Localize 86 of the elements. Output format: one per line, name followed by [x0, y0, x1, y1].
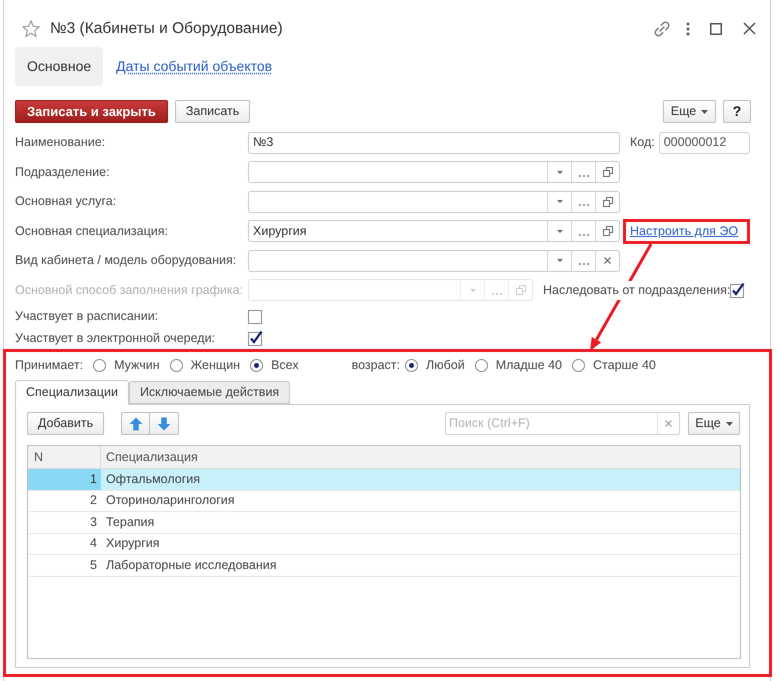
help-button[interactable]: ?: [723, 100, 751, 123]
field-label: Наименование:: [15, 134, 106, 152]
maximize-icon[interactable]: [710, 22, 722, 34]
clear-icon: [604, 257, 611, 264]
window-title: №3 (Кабинеты и Оборудование): [50, 18, 283, 39]
field-label: Основная специализация:: [15, 222, 169, 240]
filter-label: возраст:: [352, 356, 400, 374]
radio-label: Старше 40: [593, 356, 656, 374]
table-cell-text: Хирургия: [105, 535, 161, 552]
select-field[interactable]: [248, 161, 620, 184]
radio-label: Всех: [271, 356, 299, 374]
field-label: Участвует в электронной очереди:: [15, 330, 216, 347]
ellipsis-icon: [578, 234, 588, 236]
ellipsis-icon: [578, 204, 588, 206]
table-cell-text: Терапия: [105, 514, 156, 531]
table-row[interactable]: 2 Оториноларингология: [28, 490, 740, 512]
clear-icon: [665, 420, 672, 427]
radio-label: Мужчин: [114, 356, 160, 374]
save-and-close-button[interactable]: Записать и закрыть: [15, 100, 168, 123]
table-cell-text: 5: [89, 556, 98, 574]
arrow-down-icon: [157, 416, 171, 430]
tab[interactable]: Исключаемые действия: [128, 381, 290, 404]
checkbox-label: Наследовать от подразделения:: [543, 280, 730, 300]
star-icon[interactable]: [22, 20, 40, 38]
two-squares-icon: [602, 167, 612, 178]
table-cell: 1: [28, 469, 101, 490]
move-up-button[interactable]: [121, 412, 150, 435]
close-icon[interactable]: [743, 22, 756, 35]
link-icon[interactable]: [653, 20, 671, 38]
column-header[interactable]: N: [28, 446, 101, 468]
radio-button[interactable]: [474, 358, 488, 372]
table-cell-text: 3: [89, 514, 98, 531]
arrow-up-icon: [128, 416, 142, 430]
caret-icon: [701, 110, 708, 114]
caret-icon: [556, 200, 562, 204]
filter-label: Принимает:: [15, 356, 84, 374]
radio-button[interactable]: [572, 358, 585, 372]
caret-icon: [726, 422, 733, 426]
text-field[interactable]: №3: [248, 132, 620, 154]
two-squares-icon: [602, 196, 612, 207]
column-header[interactable]: Специализация: [101, 446, 740, 468]
more-vertical-icon[interactable]: [686, 22, 690, 36]
radio-label: Младше 40: [496, 356, 562, 374]
table-cell-text: Оториноларингология: [105, 492, 236, 510]
table-cell-text: 4: [89, 535, 98, 552]
settings-link[interactable]: Настроить для ЭО: [630, 222, 738, 241]
checkbox[interactable]: [248, 330, 263, 346]
radio-button[interactable]: [250, 358, 264, 372]
code-label: Код:: [630, 134, 655, 152]
caret-icon: [556, 170, 562, 174]
caret-icon: [556, 230, 562, 233]
select-field[interactable]: [248, 190, 620, 213]
caret-icon: [556, 259, 562, 262]
field-label: Подразделение:: [15, 164, 111, 181]
radio-button[interactable]: [405, 358, 418, 372]
two-squares-icon: [516, 285, 526, 296]
radio-button[interactable]: [170, 358, 183, 372]
checkbox[interactable]: [248, 308, 263, 324]
caret-icon: [470, 288, 476, 292]
ellipsis-icon: [492, 292, 502, 295]
table-cell-text: 2: [89, 492, 98, 510]
field-label: Основная услуга:: [15, 193, 118, 210]
two-squares-icon: [602, 226, 612, 236]
more-button[interactable]: Еще: [688, 412, 740, 435]
radio-label: Женщин: [190, 356, 240, 374]
ellipsis-icon: [578, 174, 588, 177]
table-cell-text: Офтальмология: [105, 470, 202, 488]
move-down-button[interactable]: [150, 412, 179, 435]
select-field[interactable]: Хирургия: [248, 220, 620, 242]
radio-label: Любой: [426, 356, 465, 374]
more-button[interactable]: Еще: [663, 100, 716, 123]
code-field[interactable]: 000000012: [658, 132, 750, 154]
radio-button[interactable]: [93, 358, 106, 372]
tab[interactable]: Специализации: [15, 380, 129, 405]
save-button[interactable]: Записать: [174, 100, 250, 123]
select-field[interactable]: [248, 250, 620, 272]
table-row[interactable]: 1 Офтальмология: [28, 469, 740, 490]
table-cell-text: Лабораторные исследования: [105, 556, 278, 574]
tab-link[interactable]: Даты событий объектов: [116, 56, 272, 77]
tab[interactable]: Основное: [15, 47, 104, 86]
add-button[interactable]: Добавить: [27, 412, 104, 435]
ellipsis-icon: [578, 263, 588, 266]
field-label: Основной способ заполнения графика:: [15, 282, 244, 299]
field-label: Вид кабинета / модель оборудования:: [15, 252, 238, 270]
field-label: Участвует в расписании:: [15, 308, 160, 325]
table-row[interactable]: 4 Хирургия: [28, 534, 740, 555]
